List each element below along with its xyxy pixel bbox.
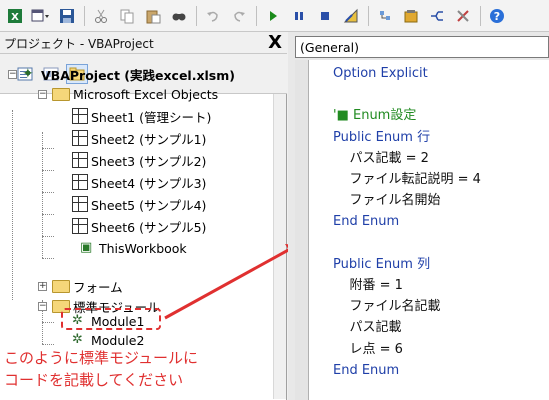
code-line: ファイル名開始 [333, 193, 441, 209]
code-line: '■ Enum設定 [333, 108, 417, 124]
object-combo[interactable]: (General) [295, 36, 549, 58]
code-line: パス記載 [333, 320, 402, 336]
code-margin [295, 60, 308, 400]
code-line: Public Enum 行 [333, 129, 431, 145]
code-line: End Enum [333, 214, 400, 230]
code-line: 附番 = 1 [333, 278, 403, 293]
code-line: ファイル名記載 [333, 299, 441, 315]
code-line: レ点 = 6 [333, 341, 403, 357]
object-combo-value: (General) [300, 40, 360, 55]
code-line: Public Enum 列 [333, 256, 431, 272]
code-line: ファイル転記説明 = 4 [333, 172, 481, 187]
code-line: パス記載 = 2 [333, 150, 429, 166]
code-line: Option Explicit [333, 66, 428, 81]
code-line: End Enum [333, 362, 400, 378]
code-window: (General) Option Explicit '■ Enum設定 Public… [288, 32, 549, 400]
